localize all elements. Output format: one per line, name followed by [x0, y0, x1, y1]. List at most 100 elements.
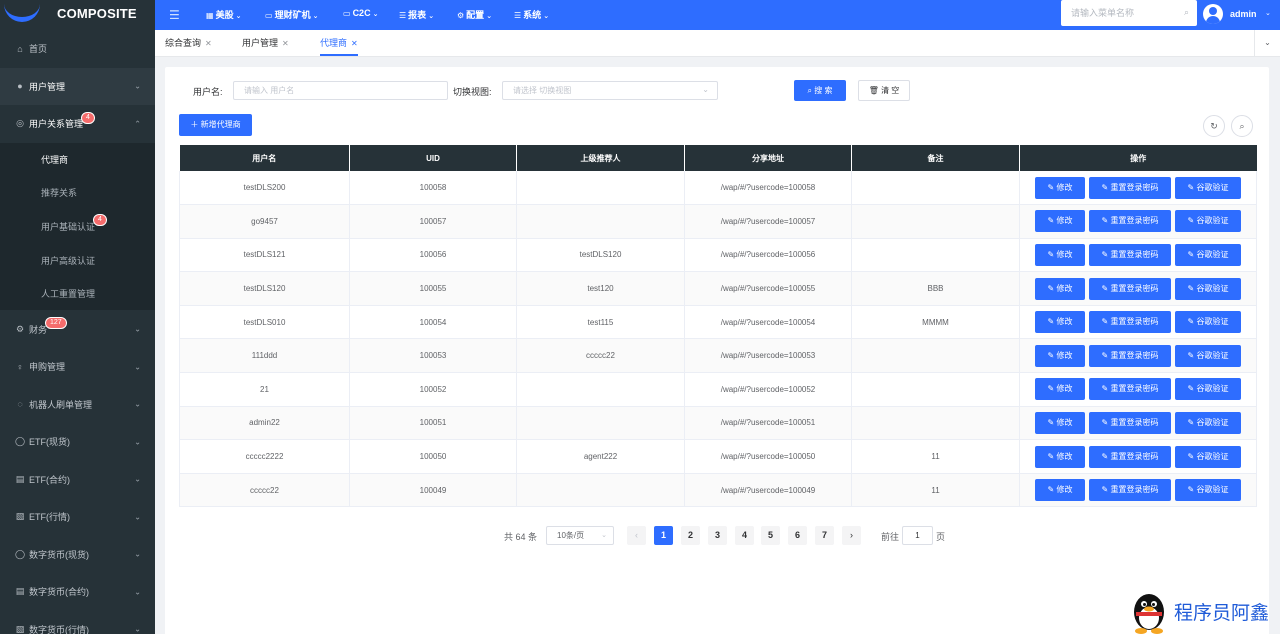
reset-password-button[interactable]: ✎ 重置登录密码	[1089, 411, 1171, 434]
sidebar-item-etf-spot[interactable]: ◯ ETF(现货) ⌄	[0, 423, 155, 461]
sidebar-subitem-advanced-kyc[interactable]: 用户高级认证	[0, 243, 155, 277]
reset-password-button[interactable]: ✎ 重置登录密码	[1089, 176, 1171, 199]
reset-password-button[interactable]: ✎ 重置登录密码	[1089, 277, 1171, 300]
sidebar-item-home[interactable]: ⌂ 首页	[0, 30, 155, 68]
reset-password-button[interactable]: ✎ 重置登录密码	[1089, 344, 1171, 367]
close-icon[interactable]: ✕	[351, 39, 358, 48]
menu-search-input[interactable]	[1061, 0, 1171, 26]
cell-actions: ✎ 修改 ✎ 重置登录密码 ✎ 谷歌验证	[1019, 473, 1257, 508]
page-size-select[interactable]: 10条/页 ⌄	[546, 526, 614, 545]
action-label: 修改	[1056, 216, 1073, 226]
edit-button[interactable]: ✎ 修改	[1035, 445, 1085, 468]
add-agent-button[interactable]: ＋ 新增代理商	[179, 114, 252, 136]
nav-item-mining[interactable]: ▭ 理财矿机 ⌄	[265, 8, 318, 21]
reset-password-button[interactable]: ✎ 重置登录密码	[1089, 445, 1171, 468]
google-auth-button[interactable]: ✎ 谷歌验证	[1175, 411, 1241, 434]
google-auth-button[interactable]: ✎ 谷歌验证	[1175, 210, 1241, 233]
table-row: testDLS121 100056 testDLS120/wap/#/?userco…	[179, 238, 1257, 273]
page-button[interactable]: 3	[708, 526, 727, 545]
sidebar-item-user-management[interactable]: ● 用户管理 ⌄	[0, 67, 155, 105]
page-button[interactable]: 6	[788, 526, 807, 545]
next-page-button[interactable]: ›	[842, 526, 861, 545]
refresh-icon[interactable]: ↻	[1203, 115, 1225, 137]
username[interactable]: admin	[1230, 9, 1257, 19]
prev-page-button[interactable]: ‹	[627, 526, 646, 545]
chevron-down-icon: ⌄	[134, 399, 141, 409]
google-auth-button[interactable]: ✎ 谷歌验证	[1175, 445, 1241, 468]
action-label: 重置登录密码	[1110, 451, 1159, 461]
edit-button[interactable]: ✎ 修改	[1035, 311, 1085, 334]
edit-button[interactable]: ✎ 修改	[1035, 277, 1085, 300]
google-auth-button[interactable]: ✎ 谷歌验证	[1175, 311, 1241, 334]
hamburger-menu-icon[interactable]: ☰	[169, 8, 180, 22]
google-auth-button[interactable]: ✎ 谷歌验证	[1175, 243, 1241, 266]
table-row: ccccc22 100049/wap/#/?usercode=100049 11 ✎ …	[179, 473, 1257, 508]
edit-button[interactable]: ✎ 修改	[1035, 210, 1085, 233]
sidebar-item-robot[interactable]: ◌ 机器人刷单管理 ⌄	[0, 385, 155, 423]
reset-password-button[interactable]: ✎ 重置登录密码	[1089, 311, 1171, 334]
clear-button[interactable]: 🗑 清 空	[858, 80, 910, 101]
edit-button[interactable]: ✎ 修改	[1035, 411, 1085, 434]
chevron-down-icon: ⌄	[134, 587, 141, 597]
action-label: 修改	[1056, 485, 1073, 495]
search-toggle-icon[interactable]: ⌕	[1231, 115, 1253, 137]
tab-user-management[interactable]: 用户管理 ✕	[242, 30, 289, 56]
reset-password-button[interactable]: ✎ 重置登录密码	[1089, 479, 1171, 502]
view-select-input[interactable]	[503, 82, 717, 99]
reset-password-button[interactable]: ✎ 重置登录密码	[1089, 210, 1171, 233]
edit-button[interactable]: ✎ 修改	[1035, 479, 1085, 502]
action-label: 谷歌验证	[1196, 283, 1229, 293]
close-icon[interactable]: ✕	[282, 39, 289, 48]
sidebar-item-crypto-spot[interactable]: ◯ 数字货币(现货) ⌄	[0, 535, 155, 573]
cell-share-url: /wap/#/?usercode=100054	[684, 305, 852, 340]
google-auth-button[interactable]: ✎ 谷歌验证	[1175, 176, 1241, 199]
page-button[interactable]: 5	[761, 526, 780, 545]
page-button[interactable]: 2	[681, 526, 700, 545]
chevron-down-icon[interactable]: ⌄	[1265, 9, 1271, 17]
nav-item-c2c[interactable]: ▭ C2C ⌄	[343, 8, 378, 18]
sidebar-item-crypto-market[interactable]: ▧ 数字货币(行情) ⌄	[0, 610, 155, 634]
sidebar-subitem-basic-kyc[interactable]: 用户基础认证 4	[0, 209, 155, 244]
sidebar-item-etf-market[interactable]: ▧ ETF(行情) ⌄	[0, 498, 155, 536]
username-input[interactable]	[234, 82, 447, 99]
sidebar-subitem-agents[interactable]: 代理商	[0, 142, 155, 177]
page-button[interactable]: 1	[654, 526, 673, 545]
table-row: 111ddd 100053 ccccc22/wap/#/?usercode=1000…	[179, 338, 1257, 374]
edit-button[interactable]: ✎ 修改	[1035, 176, 1085, 199]
avatar[interactable]	[1203, 4, 1223, 24]
sidebar-subitem-referrals[interactable]: 推荐关系	[0, 176, 155, 210]
google-auth-button[interactable]: ✎ 谷歌验证	[1175, 344, 1241, 367]
edit-button[interactable]: ✎ 修改	[1035, 378, 1085, 401]
search-icon[interactable]: ⌕	[1184, 7, 1189, 18]
google-auth-button[interactable]: ✎ 谷歌验证	[1175, 277, 1241, 300]
search-button[interactable]: ⌕ 搜 索	[794, 80, 846, 101]
nav-item-system[interactable]: ☰ 系统 ⌄	[514, 8, 549, 21]
reset-password-button[interactable]: ✎ 重置登录密码	[1089, 378, 1171, 401]
edit-button[interactable]: ✎ 修改	[1035, 243, 1085, 266]
close-icon[interactable]: ✕	[205, 39, 212, 48]
google-auth-button[interactable]: ✎ 谷歌验证	[1175, 378, 1241, 401]
sidebar-item-crypto-contract[interactable]: ▤ 数字货币(合约) ⌄	[0, 573, 155, 611]
google-auth-button[interactable]: ✎ 谷歌验证	[1175, 479, 1241, 502]
sidebar-item-etf-contract[interactable]: ▤ ETF(合约) ⌄	[0, 460, 155, 498]
goto-page-input[interactable]	[903, 527, 932, 544]
page-button[interactable]: 4	[735, 526, 754, 545]
sidebar-item-user-relations[interactable]: ◎ 用户关系管理 4 ⌃	[0, 105, 155, 143]
chevron-down-icon: ⌄	[134, 362, 141, 372]
sidebar-item-finance[interactable]: ⚙ 财务 127 ⌄	[0, 310, 155, 348]
nav-item-reports[interactable]: ☰ 报表 ⌄	[399, 8, 434, 21]
view-select[interactable]: ⌄	[502, 81, 718, 100]
nav-item-config[interactable]: ⚙ 配置 ⌄	[457, 8, 492, 21]
reset-password-button[interactable]: ✎ 重置登录密码	[1089, 243, 1171, 266]
nav-item-us-stocks[interactable]: ▦ 美股 ⌄	[206, 8, 241, 21]
action-label: 谷歌验证	[1196, 485, 1229, 495]
edit-button[interactable]: ✎ 修改	[1035, 344, 1085, 367]
sidebar-subitem-manual-reset[interactable]: 人工重置管理	[0, 276, 155, 311]
tab-agents[interactable]: 代理商 ✕	[320, 30, 358, 56]
action-label: 修改	[1056, 350, 1073, 360]
page-button[interactable]: 7	[815, 526, 834, 545]
tabs-dropdown-icon[interactable]: ⌄	[1254, 30, 1280, 56]
tab-overview[interactable]: 综合查询 ✕	[165, 30, 212, 56]
sidebar-item-subscription[interactable]: ♀ 申购管理 ⌄	[0, 348, 155, 386]
cell-actions: ✎ 修改 ✎ 重置登录密码 ✎ 谷歌验证	[1019, 305, 1257, 340]
